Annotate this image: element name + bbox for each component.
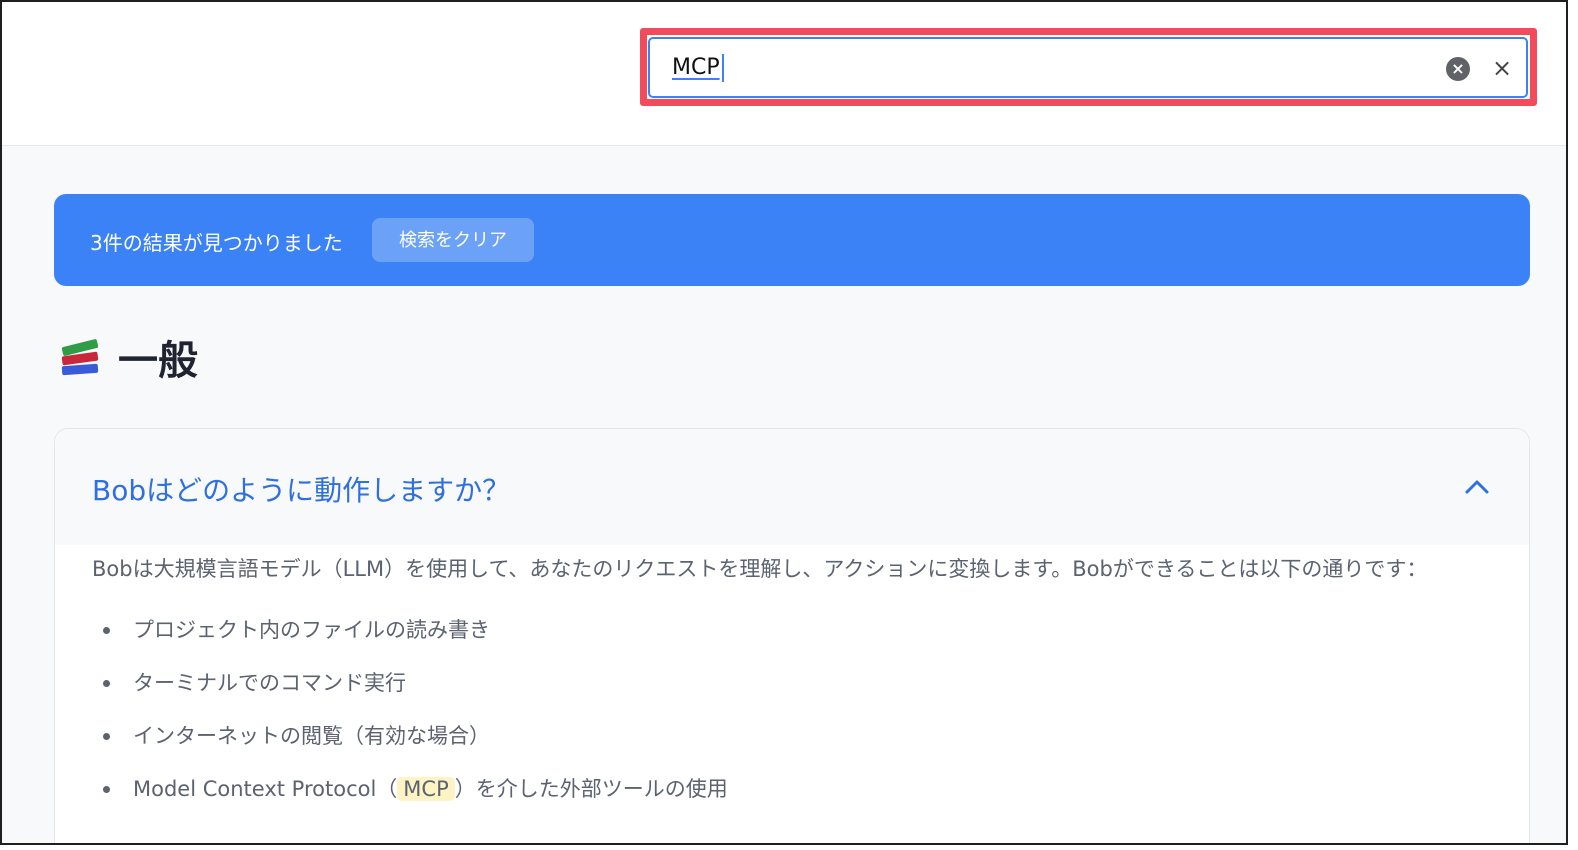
list-item-text: インターネットの閲覧（有効な場合） bbox=[133, 724, 490, 748]
list-item-text-before: Model Context Protocol（ bbox=[133, 777, 398, 801]
faq-answer: Bobは大規模言語モデル（LLM）を使用して、あなたのリクエストを理解し、アクシ… bbox=[92, 557, 1428, 581]
section-title: 一般 bbox=[118, 338, 198, 384]
list-item-text-after: ）を介した外部ツールの使用 bbox=[454, 777, 728, 801]
search-input[interactable]: MCP × × bbox=[648, 37, 1528, 98]
list-item-text: ターミナルでのコマンド実行 bbox=[133, 671, 406, 695]
clear-search-button[interactable]: 検索をクリア bbox=[372, 218, 534, 262]
faq-question[interactable]: Bobはどのように動作しますか？ bbox=[92, 469, 510, 509]
search-results-banner: 3件の結果が見つかりました 検索をクリア bbox=[54, 194, 1530, 286]
chevron-up-icon[interactable] bbox=[1463, 473, 1491, 501]
faq-question-header[interactable]: Bobはどのように動作しますか？ bbox=[55, 429, 1529, 545]
section-heading: 一般 bbox=[60, 332, 198, 384]
bullet-dot bbox=[103, 786, 110, 793]
search-input-value[interactable]: MCP bbox=[672, 55, 720, 80]
text-caret bbox=[722, 54, 724, 82]
bullet-dot bbox=[103, 680, 110, 687]
faq-card: Bobはどのように動作しますか？ Bobは大規模言語モデル（LLM）を使用して、… bbox=[54, 428, 1530, 843]
list-item: Model Context Protocol（ MCP ）を介した外部ツールの使用 bbox=[103, 774, 728, 827]
close-icon[interactable]: × bbox=[1490, 56, 1514, 80]
list-item-text: プロジェクト内のファイルの読み書き bbox=[133, 618, 490, 642]
books-icon bbox=[60, 337, 100, 377]
x-circle-icon[interactable]: × bbox=[1446, 57, 1470, 81]
list-item: プロジェクト内のファイルの読み書き bbox=[103, 615, 728, 668]
search-match-highlight: MCP bbox=[397, 777, 455, 801]
capability-list: プロジェクト内のファイルの読み書き ターミナルでのコマンド実行 インターネットの… bbox=[103, 615, 728, 827]
results-count-text: 3件の結果が見つかりました bbox=[90, 231, 343, 255]
top-bar: MCP × × bbox=[2, 2, 1566, 146]
bullet-dot bbox=[103, 627, 110, 634]
list-item: ターミナルでのコマンド実行 bbox=[103, 668, 728, 721]
bullet-dot bbox=[103, 733, 110, 740]
app-window: MCP × × 3件の結果が見つかりました 検索をクリア 一般 Bobはどのよう… bbox=[0, 0, 1568, 845]
list-item: インターネットの閲覧（有効な場合） bbox=[103, 721, 728, 774]
